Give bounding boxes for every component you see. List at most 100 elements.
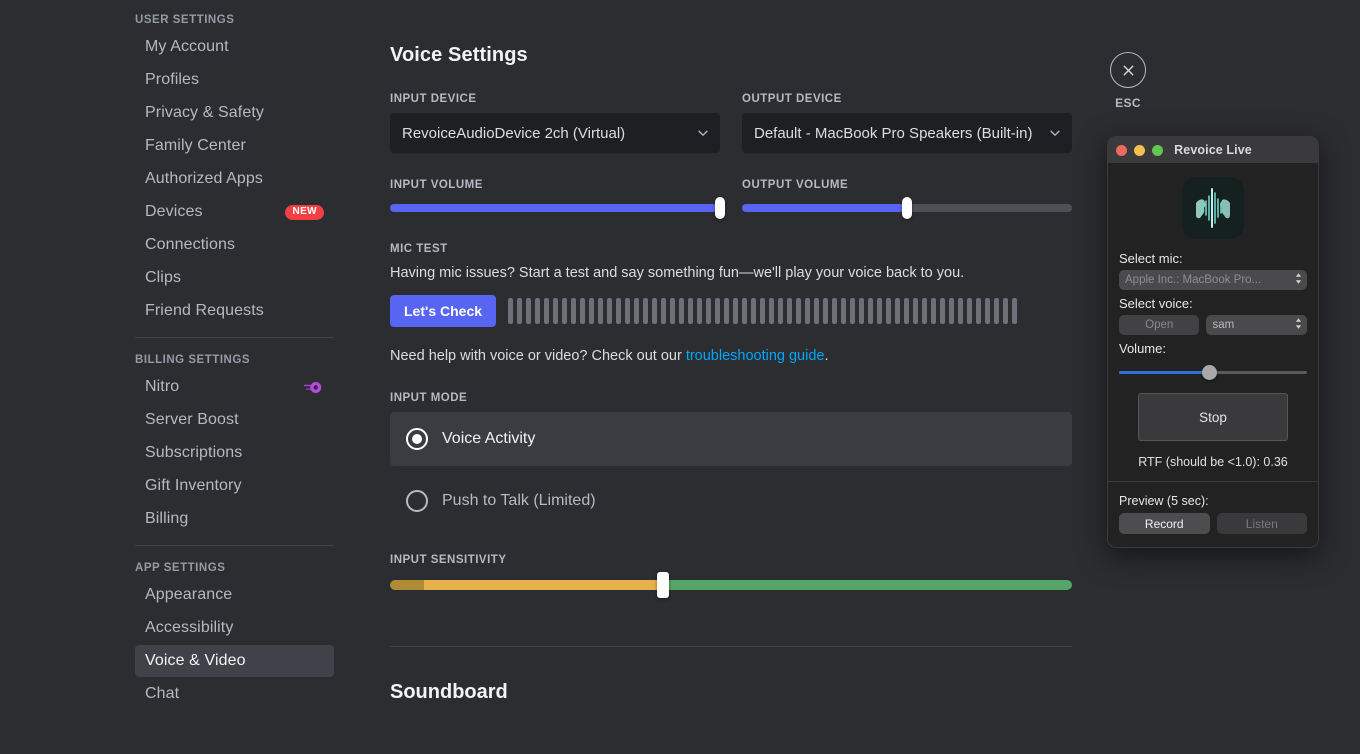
output-device-group: OUTPUT DEVICE Default - MacBook Pro Spea… [742, 93, 1072, 153]
sidebar-divider [135, 545, 334, 546]
voice-dropdown[interactable]: sam [1206, 315, 1307, 335]
sensitivity-thumb[interactable] [656, 572, 669, 598]
window-close-button[interactable] [1116, 144, 1127, 156]
mic-level-bar [1003, 298, 1009, 324]
revoice-titlebar[interactable]: Revoice Live [1108, 137, 1318, 163]
sidebar-item-label: Privacy & Safety [145, 104, 264, 121]
slider-knob[interactable] [1202, 365, 1218, 380]
mic-level-bar [688, 298, 694, 324]
output-device-select[interactable]: Default - MacBook Pro Speakers (Built-in… [742, 113, 1072, 153]
window-maximize-button[interactable] [1152, 144, 1163, 156]
input-sensitivity-slider[interactable] [390, 572, 1072, 598]
settings-sidebar: USER SETTINGS My Account Profiles Privacy &… [0, 0, 350, 754]
sidebar-item-authorized-apps[interactable]: Authorized Apps [135, 163, 334, 195]
chevron-down-icon [1048, 126, 1062, 140]
sidebar-item-my-account[interactable]: My Account [135, 31, 334, 63]
mic-level-bar [814, 298, 820, 324]
radio-icon[interactable] [406, 428, 428, 450]
mic-level-bar [850, 298, 856, 324]
mic-level-bar [751, 298, 757, 324]
sidebar-item-server-boost[interactable]: Server Boost [135, 404, 334, 436]
sidebar-item-privacy-safety[interactable]: Privacy & Safety [135, 97, 334, 129]
mic-level-bar [715, 298, 721, 324]
mic-level-bar [625, 298, 631, 324]
mic-level-bar [652, 298, 658, 324]
input-mode-option-push-to-talk-limited[interactable]: Push to Talk (Limited) [390, 474, 1072, 528]
help-prefix: Need help with voice or video? Check out… [390, 348, 686, 364]
new-badge: NEW [285, 204, 324, 220]
input-mode-option-label: Voice Activity [442, 430, 536, 447]
mic-test-description: Having mic issues? Start a test and say … [390, 265, 965, 281]
input-device-group: INPUT DEVICE RevoiceAudioDevice 2ch (Vir… [390, 93, 720, 153]
sidebar-item-connections[interactable]: Connections [135, 229, 334, 261]
sidebar-item-billing[interactable]: Billing [135, 503, 334, 535]
input-mode-options[interactable]: Voice Activity Push to Talk (Limited) [390, 412, 1072, 528]
record-button[interactable]: Record [1119, 513, 1210, 534]
sidebar-item-subscriptions[interactable]: Subscriptions [135, 437, 334, 469]
sidebar-item-chat[interactable]: Chat [135, 678, 334, 710]
input-device-select[interactable]: RevoiceAudioDevice 2ch (Virtual) [390, 113, 720, 153]
sidebar-item-friend-requests[interactable]: Friend Requests [135, 295, 334, 327]
mic-level-bar [931, 298, 937, 324]
mic-level-bar [553, 298, 559, 324]
sidebar-item-gift-inventory[interactable]: Gift Inventory [135, 470, 334, 502]
input-mode-option-voice-activity[interactable]: Voice Activity [390, 412, 1072, 466]
sidebar-item-nitro[interactable]: Nitro [135, 371, 334, 403]
mic-level-bar [967, 298, 973, 324]
troubleshooting-guide-link[interactable]: troubleshooting guide [686, 348, 825, 364]
mic-level-bar [607, 298, 613, 324]
slider-fill [742, 204, 907, 212]
sidebar-item-label: Connections [145, 236, 236, 253]
sidebar-item-profiles[interactable]: Profiles [135, 64, 334, 96]
mic-level-bar [823, 298, 829, 324]
mic-test-row: Let's Check [390, 295, 1072, 327]
input-sensitivity-label: INPUT SENSITIVITY [390, 554, 507, 566]
sidebar-item-label: Profiles [145, 71, 200, 88]
mic-level-bar [949, 298, 955, 324]
mic-level-bar [670, 298, 676, 324]
revoice-app-icon-wrap [1119, 177, 1307, 239]
slider-fill [1119, 371, 1210, 374]
select-mic-dropdown[interactable]: Apple Inc.: MacBook Pro... [1119, 270, 1307, 290]
sidebar-group-header: USER SETTINGS [135, 14, 235, 26]
close-settings-button[interactable]: ESC [1110, 52, 1146, 110]
mic-level-bar [796, 298, 802, 324]
select-voice-row: Open sam [1119, 315, 1307, 335]
stop-button[interactable]: Stop [1138, 393, 1288, 441]
device-row: INPUT DEVICE RevoiceAudioDevice 2ch (Vir… [390, 93, 1110, 153]
sidebar-item-appearance[interactable]: Appearance [135, 579, 334, 611]
sidebar-item-voice-video[interactable]: Voice & Video [135, 645, 334, 677]
chevron-down-icon [696, 126, 710, 140]
output-volume-slider[interactable] [742, 197, 1072, 219]
output-device-label: OUTPUT DEVICE [742, 93, 842, 105]
stepper-icon [1294, 317, 1303, 334]
listen-button[interactable]: Listen [1216, 513, 1307, 534]
sidebar-item-family-center[interactable]: Family Center [135, 130, 334, 162]
sidebar-list[interactable]: USER SETTINGS My Account Profiles Privacy &… [135, 0, 350, 710]
mic-level-bar [598, 298, 604, 324]
select-mic-label: Select mic: [1119, 251, 1183, 266]
sidebar-item-devices[interactable]: Devices NEW [135, 196, 334, 228]
output-device-value: Default - MacBook Pro Speakers (Built-in… [754, 124, 1033, 142]
window-minimize-button[interactable] [1134, 144, 1145, 156]
input-volume-slider[interactable] [390, 197, 725, 219]
mic-level-bar [760, 298, 766, 324]
sidebar-item-accessibility[interactable]: Accessibility [135, 612, 334, 644]
preview-label: Preview (5 sec): [1119, 494, 1209, 508]
lets-check-button[interactable]: Let's Check [390, 295, 497, 327]
radio-icon[interactable] [406, 490, 428, 512]
mic-test-label: MIC TEST [390, 243, 448, 255]
mic-level-meter [508, 296, 1072, 326]
mic-level-bar [841, 298, 847, 324]
mic-level-bar [769, 298, 775, 324]
open-voice-button[interactable]: Open [1119, 315, 1200, 335]
mic-level-bar [571, 298, 577, 324]
revoice-volume-slider[interactable] [1119, 365, 1307, 381]
slider-thumb[interactable] [902, 197, 912, 219]
revoice-waveform-icon [1182, 177, 1244, 239]
slider-thumb[interactable] [715, 197, 725, 219]
sidebar-item-label: Devices [145, 203, 203, 220]
sidebar-item-clips[interactable]: Clips [135, 262, 334, 294]
input-mode-option-label: Push to Talk (Limited) [442, 492, 596, 509]
mic-level-bar [562, 298, 568, 324]
